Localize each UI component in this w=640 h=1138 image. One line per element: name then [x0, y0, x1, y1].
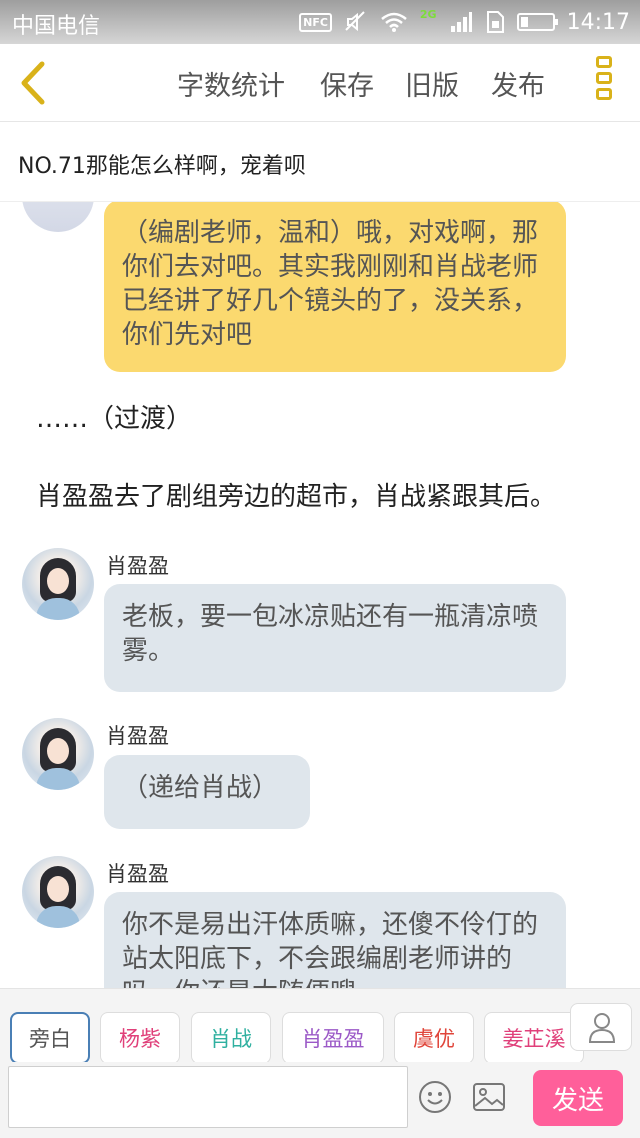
- smiley-icon: [419, 1081, 451, 1113]
- more-menu-button[interactable]: [590, 56, 618, 112]
- role-chip-jiangzhixi[interactable]: 姜芷溪: [484, 1012, 584, 1064]
- image-button[interactable]: [472, 1082, 506, 1112]
- message-bubble[interactable]: （递给肖战）: [104, 755, 310, 829]
- message-bubble[interactable]: 你不是易出汗体质嘛，还傻不伶仃的站太阳底下，不会跟编剧老师讲的吗，你还是太随便嗖: [104, 892, 566, 988]
- role-selector: 旁白 杨紫 肖战 肖盈盈 虞优 姜芷溪: [0, 988, 640, 1064]
- status-icons: NFC 2G 14:17: [299, 6, 630, 38]
- speaker-name: 肖盈盈: [106, 554, 169, 578]
- avatar-face: [47, 568, 69, 594]
- message-text: （编剧老师，温和）哦，对戏啊，那你们去对吧。其实我刚刚和肖战老师已经讲了好几个镜…: [122, 218, 539, 350]
- more-icon: [596, 56, 612, 68]
- message-input[interactable]: [8, 1066, 408, 1128]
- emoji-button[interactable]: [418, 1080, 452, 1114]
- narration-text[interactable]: ……（过渡）: [36, 402, 192, 436]
- editor-toolbar: 字数统计 保存 旧版 发布: [0, 44, 640, 122]
- role-chip-xiaoyingying[interactable]: 肖盈盈: [282, 1012, 384, 1064]
- message-text: （递给肖战）: [122, 773, 279, 803]
- network-type-label: 2G: [419, 7, 437, 21]
- role-chip-yuyou[interactable]: 虞优: [394, 1012, 474, 1064]
- message-bubble[interactable]: （编剧老师，温和）哦，对戏啊，那你们去对吧。其实我刚刚和肖战老师已经讲了好几个镜…: [104, 202, 566, 372]
- message-bubble[interactable]: 老板，要一包冰凉贴还有一瓶清凉喷雾。: [104, 584, 566, 692]
- wifi-icon: [381, 12, 407, 32]
- back-button[interactable]: [14, 58, 54, 108]
- speaker-name: 肖盈盈: [106, 724, 169, 748]
- picture-icon: [473, 1083, 505, 1111]
- role-chip-yangzi[interactable]: 杨紫: [100, 1012, 180, 1064]
- avatar-shirt: [36, 906, 80, 928]
- message-text: 老板，要一包冰凉贴还有一瓶清凉喷雾。: [122, 602, 539, 666]
- avatar[interactable]: [22, 718, 94, 790]
- avatar: [22, 202, 94, 232]
- battery-icon: [516, 13, 558, 31]
- sim-icon: [486, 11, 504, 33]
- word-count-button[interactable]: 字数统计: [177, 64, 285, 103]
- avatar-face: [47, 876, 69, 902]
- mute-icon: [345, 11, 365, 32]
- avatar-shirt: [36, 598, 80, 620]
- more-icon-dot: [596, 72, 612, 84]
- chapter-title: NO.71那能怎么样啊，宠着呗: [18, 154, 306, 179]
- battery-level: [520, 17, 529, 27]
- avatar-face: [47, 738, 69, 764]
- chapter-header[interactable]: NO.71那能怎么样啊，宠着呗: [0, 122, 640, 202]
- chevron-left-icon: [21, 61, 45, 105]
- message-text: 你不是易出汗体质嘛，还傻不伶仃的站太阳底下，不会跟编剧老师讲的吗，你还是太随便嗖: [122, 910, 539, 988]
- avatar[interactable]: [22, 856, 94, 928]
- avatar-shirt: [36, 768, 80, 790]
- more-icon-dot: [596, 88, 612, 100]
- nfc-icon: NFC: [299, 12, 332, 32]
- status-bar: 中国电信 NFC 2G 14:17: [0, 0, 640, 44]
- manage-roles-button[interactable]: [570, 1003, 632, 1051]
- avatar[interactable]: [22, 548, 94, 620]
- signal-icon: [450, 12, 472, 32]
- narration-text[interactable]: 肖盈盈去了剧组旁边的超市，肖战紧跟其后。: [36, 480, 556, 514]
- publish-button[interactable]: 发布: [491, 64, 545, 103]
- save-button[interactable]: 保存: [320, 64, 374, 103]
- carrier-label: 中国电信: [12, 14, 101, 39]
- speaker-name: 肖盈盈: [106, 862, 169, 886]
- person-icon: [588, 1013, 616, 1043]
- role-chip-xiaozhan[interactable]: 肖战: [191, 1012, 271, 1064]
- clock: 14:17: [566, 9, 630, 35]
- composer: 发送: [0, 1062, 640, 1138]
- chat-content[interactable]: （编剧老师，温和）哦，对戏啊，那你们去对吧。其实我刚刚和肖战老师已经讲了好几个镜…: [0, 202, 640, 988]
- old-version-button[interactable]: 旧版: [405, 64, 459, 103]
- send-button[interactable]: 发送: [533, 1070, 623, 1126]
- role-chip-narrator[interactable]: 旁白: [10, 1012, 90, 1064]
